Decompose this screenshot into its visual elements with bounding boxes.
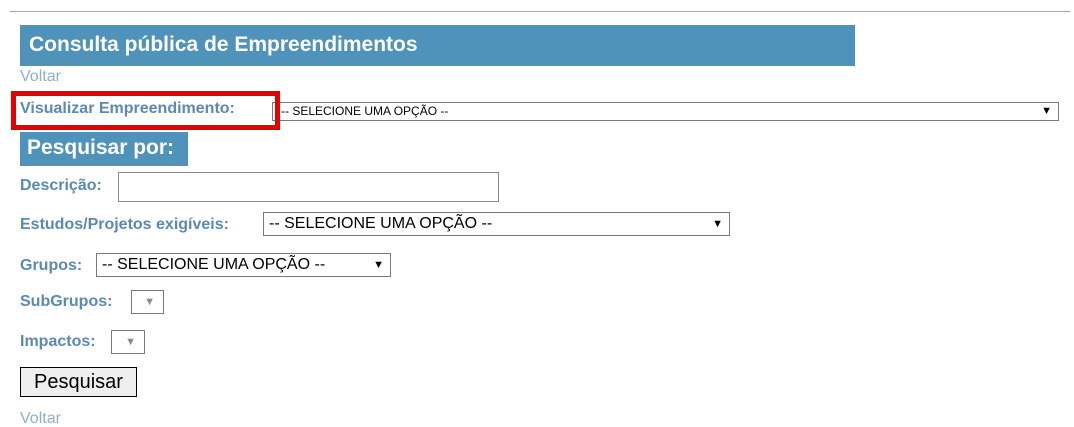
chevron-down-icon: ▼ [125, 336, 136, 348]
impacts-select[interactable]: ▼ [111, 330, 145, 354]
view-enterprise-select[interactable]: -- SELECIONE UMA OPÇÃO -- ▼ [272, 102, 1059, 121]
subgroups-label: SubGrupos: [20, 293, 113, 310]
studies-select[interactable]: -- SELECIONE UMA OPÇÃO -- ▼ [263, 212, 730, 236]
view-enterprise-select-value: -- SELECIONE UMA OPÇÃO -- [281, 104, 449, 118]
page: Consulta pública de Empreendimentos Volt… [0, 0, 1074, 427]
search-button[interactable]: Pesquisar [20, 367, 137, 397]
page-title: Consulta pública de Empreendimentos [20, 25, 855, 66]
chevron-down-icon: ▼ [1041, 105, 1052, 117]
back-link-bottom[interactable]: Voltar [20, 410, 61, 427]
groups-select-value: -- SELECIONE UMA OPÇÃO -- [102, 256, 326, 273]
studies-select-value: -- SELECIONE UMA OPÇÃO -- [269, 215, 493, 232]
top-divider [10, 11, 1070, 12]
groups-select[interactable]: -- SELECIONE UMA OPÇÃO -- ▼ [96, 253, 391, 277]
description-input[interactable] [118, 172, 499, 202]
view-enterprise-label: Visualizar Empreendimento: [20, 100, 235, 117]
subgroups-select[interactable]: ▼ [131, 290, 164, 314]
description-label: Descrição: [20, 177, 102, 194]
chevron-down-icon: ▼ [712, 218, 723, 230]
chevron-down-icon: ▼ [144, 296, 155, 308]
studies-label: Estudos/Projetos exigíveis: [20, 216, 229, 233]
chevron-down-icon: ▼ [373, 259, 384, 271]
search-heading: Pesquisar por: [20, 132, 188, 166]
groups-label: Grupos: [20, 257, 83, 274]
back-link-top[interactable]: Voltar [20, 68, 61, 86]
impacts-label: Impactos: [20, 333, 96, 350]
